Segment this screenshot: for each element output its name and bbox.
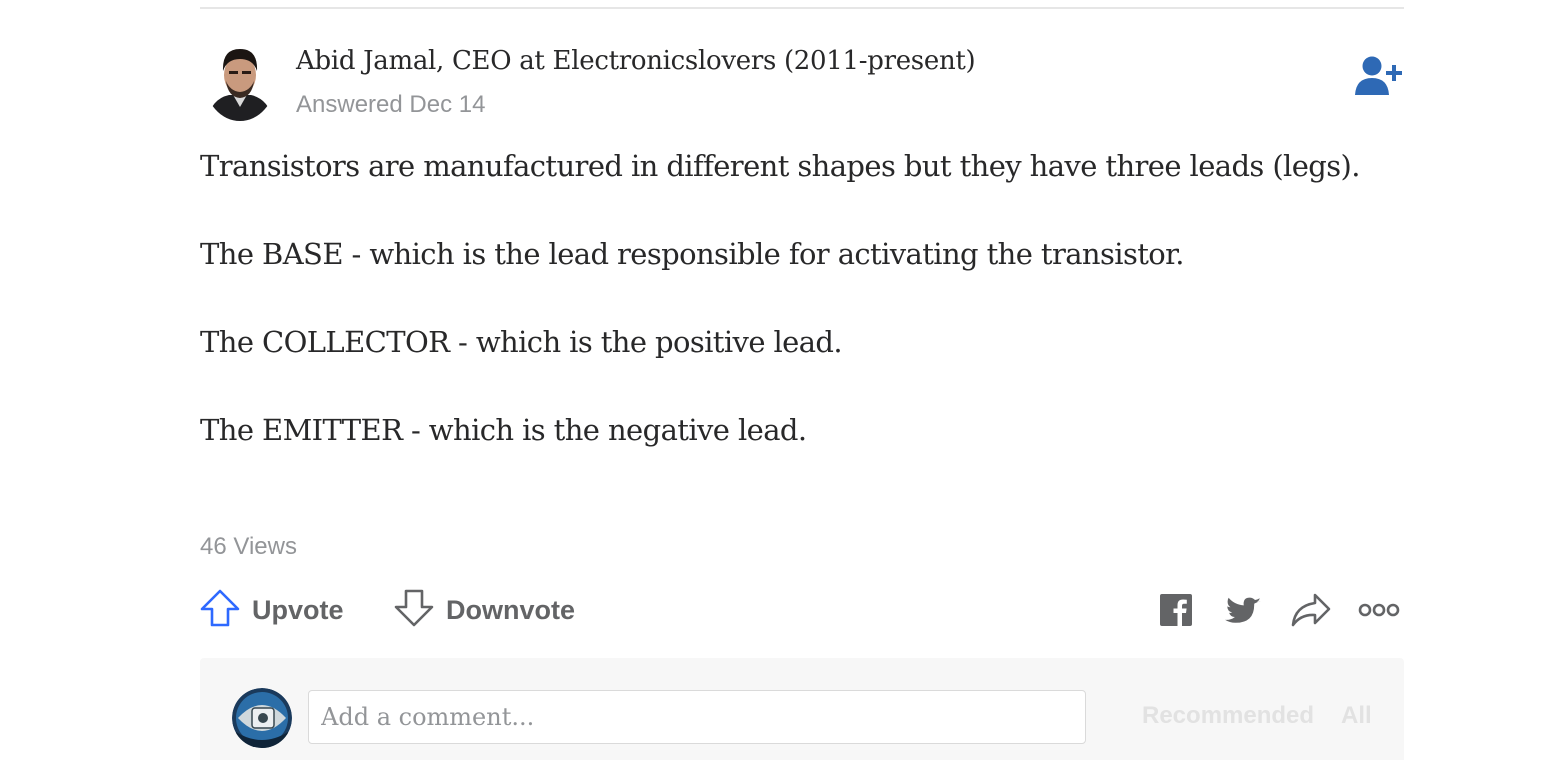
user-avatar[interactable] <box>232 688 292 748</box>
add-user-icon[interactable] <box>1354 54 1404 96</box>
answer-paragraph: The COLLECTOR - which is the positive le… <box>200 325 843 359</box>
comment-input[interactable] <box>308 690 1086 744</box>
answer-paragraph: The BASE - which is the lead responsible… <box>200 237 1184 271</box>
more-icon[interactable] <box>1358 590 1400 630</box>
sort-all-tab[interactable]: All <box>1341 702 1372 730</box>
share-icon[interactable] <box>1290 590 1332 630</box>
comment-section: Recommended All <box>200 658 1404 760</box>
view-count[interactable]: 46 Views <box>200 532 297 562</box>
facebook-icon[interactable] <box>1155 590 1197 630</box>
author-avatar[interactable] <box>205 41 275 121</box>
answer-paragraph: The EMITTER - which is the negative lead… <box>200 413 807 447</box>
author-credential[interactable]: Abid Jamal, CEO at Electronicslovers (20… <box>296 42 976 80</box>
answer-body: Transistors are manufactured in differen… <box>200 138 1404 490</box>
sort-recommended-tab[interactable]: Recommended <box>1142 702 1314 730</box>
upvote-arrow-icon <box>200 589 240 632</box>
downvote-arrow-icon <box>394 589 434 632</box>
upvote-label: Upvote <box>252 594 344 625</box>
downvote-label: Downvote <box>446 594 576 625</box>
upvote-button[interactable]: Upvote <box>200 588 344 632</box>
downvote-button[interactable]: Downvote <box>394 588 575 632</box>
answer-paragraph: Transistors are manufactured in differen… <box>200 149 1360 183</box>
top-divider <box>200 7 1404 9</box>
twitter-icon[interactable] <box>1222 590 1264 630</box>
answered-date[interactable]: Answered Dec 14 <box>296 90 485 120</box>
